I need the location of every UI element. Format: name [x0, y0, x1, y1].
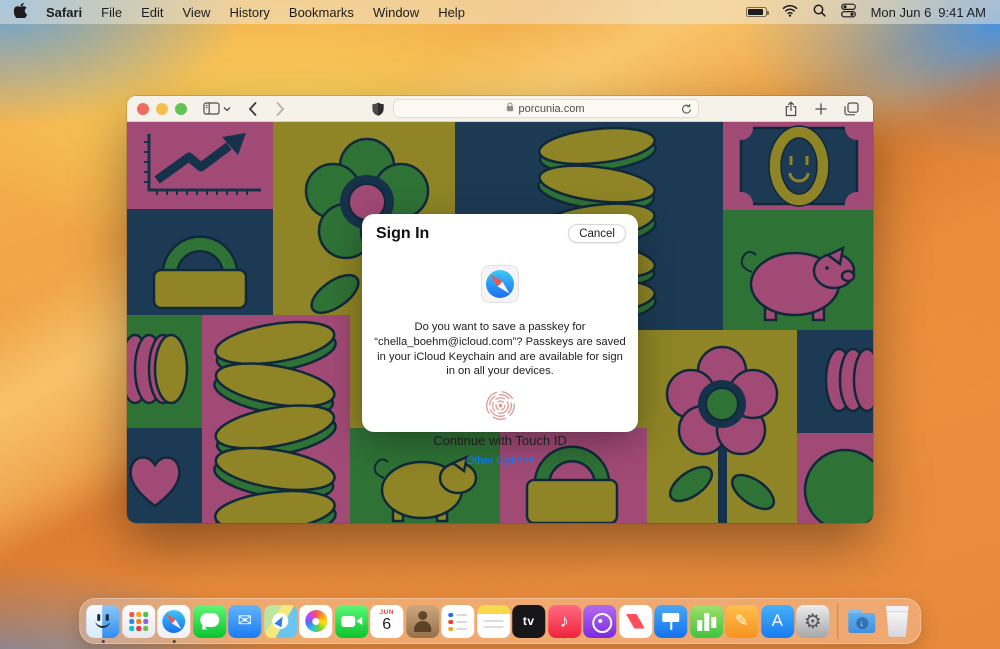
- dock-reminders-icon[interactable]: [441, 605, 474, 638]
- menu-bar-menus: Safari File Edit View History Bookmarks …: [14, 3, 465, 21]
- other-options-link[interactable]: Other Options: [466, 455, 534, 467]
- touch-id-fingerprint-icon: [485, 390, 516, 426]
- menu-bar: Safari File Edit View History Bookmarks …: [0, 0, 1000, 24]
- spotlight-search-icon[interactable]: [813, 4, 826, 20]
- minimize-window-button[interactable]: [156, 103, 168, 115]
- forward-button[interactable]: [276, 102, 285, 116]
- dock-safari-icon[interactable]: [157, 605, 190, 638]
- menu-bar-clock[interactable]: Mon Jun 6 9:41 AM: [871, 5, 986, 20]
- menu-history[interactable]: History: [229, 5, 269, 20]
- menu-file[interactable]: File: [101, 5, 122, 20]
- dock-contacts-icon[interactable]: [406, 605, 439, 638]
- dock-calendar-icon[interactable]: JUN 6: [370, 605, 403, 638]
- zoom-window-button[interactable]: [175, 103, 187, 115]
- safari-app-icon: [480, 264, 520, 309]
- dock-divider: [837, 603, 838, 639]
- tab-overview-icon[interactable]: [844, 102, 859, 116]
- share-icon[interactable]: [784, 101, 798, 117]
- close-window-button[interactable]: [137, 103, 149, 115]
- control-center-icon[interactable]: [841, 3, 856, 21]
- dock-trash-icon[interactable]: [881, 605, 914, 638]
- address-url: porcunia.com: [518, 103, 584, 115]
- dock-tv-icon[interactable]: tv: [512, 605, 545, 638]
- sidebar-toggle-icon[interactable]: [203, 102, 220, 115]
- lock-icon: [506, 102, 514, 115]
- continue-with-touch-id-label: Continue with Touch ID: [433, 433, 566, 448]
- dock-news-icon[interactable]: [619, 605, 652, 638]
- dock-facetime-icon[interactable]: [335, 605, 368, 638]
- cancel-button[interactable]: Cancel: [568, 224, 626, 243]
- dock-music-icon[interactable]: [548, 605, 581, 638]
- safari-toolbar: porcunia.com: [127, 96, 873, 122]
- dialog-title: Sign In: [376, 225, 429, 243]
- date-label: Mon Jun 6: [871, 5, 932, 20]
- back-button[interactable]: [248, 102, 257, 116]
- sidebar-chevron-down-icon[interactable]: [223, 106, 231, 112]
- download-arrow-icon: ↓: [856, 617, 868, 629]
- dock-system-settings-icon[interactable]: [796, 605, 829, 638]
- dock-numbers-icon[interactable]: [690, 605, 723, 638]
- dock-downloads-folder-icon[interactable]: ↓: [845, 605, 878, 638]
- safari-window: porcunia.com: [127, 96, 873, 523]
- dock-launchpad-icon[interactable]: [122, 605, 155, 638]
- menu-window[interactable]: Window: [373, 5, 419, 20]
- apple-menu-icon[interactable]: [14, 3, 27, 21]
- menu-bar-status: Mon Jun 6 9:41 AM: [746, 3, 986, 21]
- address-bar[interactable]: porcunia.com: [393, 99, 699, 118]
- tv-label: tv: [523, 614, 535, 628]
- dock-photos-icon[interactable]: [299, 605, 332, 638]
- webpage-content: Sign In Cancel: [127, 122, 873, 523]
- menu-edit[interactable]: Edit: [141, 5, 163, 20]
- menu-view[interactable]: View: [183, 5, 211, 20]
- dock-pages-icon[interactable]: [725, 605, 758, 638]
- dialog-message: Do you want to save a passkey for “chell…: [374, 320, 626, 379]
- privacy-shield-icon[interactable]: [371, 101, 385, 117]
- desktop: Safari File Edit View History Bookmarks …: [0, 0, 1000, 649]
- dock-notes-icon[interactable]: [477, 605, 510, 638]
- dock-app-store-icon[interactable]: [761, 605, 794, 638]
- dock: JUN 6 tv ↓: [79, 598, 921, 644]
- passkey-dialog: Sign In Cancel: [362, 214, 638, 432]
- running-indicator: [172, 640, 175, 643]
- menu-bookmarks[interactable]: Bookmarks: [289, 5, 354, 20]
- reload-icon[interactable]: [681, 103, 692, 118]
- calendar-day-label: 6: [382, 617, 391, 633]
- battery-icon[interactable]: [746, 7, 767, 17]
- dock-mail-icon[interactable]: [228, 605, 261, 638]
- dock-finder-icon[interactable]: [86, 605, 119, 638]
- time-label: 9:41 AM: [938, 5, 986, 20]
- new-tab-plus-icon[interactable]: [815, 103, 827, 115]
- dock-podcasts-icon[interactable]: [583, 605, 616, 638]
- dock-maps-icon[interactable]: [264, 605, 297, 638]
- menu-safari[interactable]: Safari: [46, 5, 82, 20]
- wifi-icon[interactable]: [782, 4, 798, 20]
- running-indicator: [101, 640, 104, 643]
- dock-keynote-icon[interactable]: [654, 605, 687, 638]
- menu-help[interactable]: Help: [438, 5, 465, 20]
- dock-messages-icon[interactable]: [193, 605, 226, 638]
